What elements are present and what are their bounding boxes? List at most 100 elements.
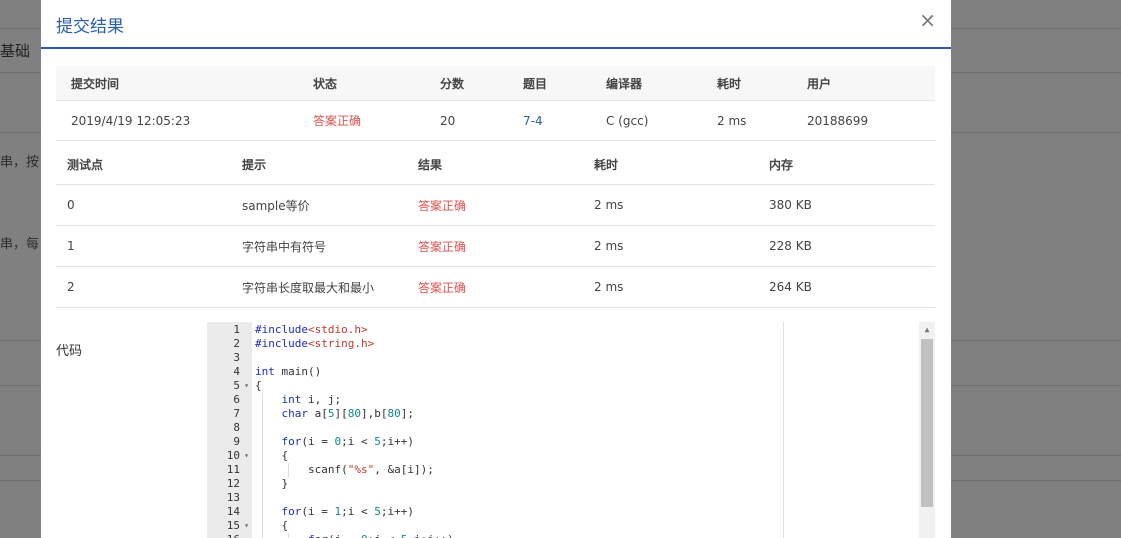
line-number: 4 — [207, 365, 252, 379]
line-number-text: 3 — [233, 351, 240, 364]
print-margin — [783, 322, 784, 538]
code-line: #include<stdio.h> — [255, 323, 368, 336]
summary-table: 提交时间 状态 分数 题目 编译器 耗时 用户 2019/4/19 12:05:… — [56, 66, 935, 141]
tests-header-row: 测试点 提示 结果 耗时 内存 — [56, 144, 935, 185]
line-number-text: 1 — [233, 323, 240, 336]
vertical-scrollbar[interactable]: ▲ — [919, 322, 935, 538]
code-line: for(j = 0;j < 5-i;j++) — [255, 533, 454, 538]
header-time: 耗时 — [594, 157, 619, 172]
line-number-text: 16 — [227, 533, 240, 538]
line-number-text: 5 — [233, 379, 240, 392]
test-memory: 264 KB — [769, 280, 812, 294]
line-number-text: 9 — [233, 435, 240, 448]
line-number-text: 8 — [233, 421, 240, 434]
code-line: for(i = 0;i < 5;i++) — [281, 435, 415, 448]
header-problem: 题目 — [523, 76, 548, 91]
line-number: 7 — [207, 407, 252, 421]
compiler: C (gcc) — [606, 113, 649, 128]
line-number: 16 — [207, 533, 252, 538]
line-number: 1 — [207, 323, 252, 337]
code-line: { — [255, 379, 262, 392]
header-hint: 提示 — [242, 157, 267, 172]
code-line: { — [255, 449, 289, 462]
header-test-point: 测试点 — [67, 157, 104, 172]
code-label: 代码 — [56, 344, 83, 359]
test-time: 2 ms — [594, 239, 624, 253]
bg-page-title: 基础 — [0, 42, 31, 60]
line-number-text: 10 — [226, 449, 240, 462]
test-id: 0 — [67, 198, 75, 212]
line-number-text: 2 — [233, 337, 240, 350]
line-number: 11 — [207, 463, 252, 477]
table-row: 0 sample等价 答案正确 2 ms 380 KB — [56, 185, 935, 226]
test-memory: 380 KB — [769, 198, 812, 212]
test-hint: 字符串长度取最大和最小 — [242, 280, 375, 295]
line-number-text: 11 — [226, 463, 240, 476]
test-hint: sample等价 — [242, 198, 310, 213]
status-accepted: 答案正确 — [313, 114, 362, 128]
modal-header: 提交结果 × — [41, 0, 951, 49]
header-status: 状态 — [313, 76, 338, 91]
score: 20 — [440, 113, 456, 128]
line-number: 15 ▾ — [207, 519, 252, 533]
line-number-text: 6 — [233, 393, 240, 406]
code-line: scanf("%s", &a[i]); — [255, 463, 434, 476]
bg-snippet: 串，每 — [0, 237, 40, 252]
header-memory: 内存 — [769, 157, 794, 172]
test-hint: 字符串中有符号 — [242, 239, 327, 254]
modal-title: 提交结果 — [56, 17, 124, 37]
line-number-text: 14 — [226, 505, 240, 518]
test-id: 1 — [67, 239, 75, 253]
user-id: 20188699 — [807, 113, 869, 128]
line-number-gutter: 12345▾678910▾1112131415▾16 — [207, 322, 252, 538]
header-user: 用户 — [807, 76, 832, 91]
table-row: 2 字符串长度取最大和最小 答案正确 2 ms 264 KB — [56, 267, 935, 308]
summary-data-row: 2019/4/19 12:05:23 答案正确 20 7-4 C (gcc) 2… — [56, 101, 935, 141]
header-score: 分数 — [440, 76, 465, 91]
line-number-text: 4 — [233, 365, 240, 378]
header-elapsed: 耗时 — [717, 76, 742, 91]
code-line: int main() — [255, 365, 322, 378]
code-line: } — [255, 477, 289, 490]
fold-toggle-icon[interactable]: ▾ — [244, 379, 249, 393]
fold-toggle-icon[interactable]: ▾ — [244, 449, 249, 463]
line-number: 3 — [207, 351, 252, 365]
test-result: 答案正确 — [418, 280, 467, 295]
code-line: for(i = 1;i < 5;i++) — [281, 505, 415, 518]
scroll-thumb[interactable] — [921, 339, 933, 507]
indent-guide — [261, 393, 263, 538]
line-number: 9 — [207, 435, 252, 449]
indent-guide — [288, 533, 289, 538]
submit-time: 2019/4/19 12:05:23 — [71, 113, 191, 128]
code-line: int i, j; — [281, 393, 342, 406]
line-number: 8 — [207, 421, 252, 435]
line-number: 12 — [207, 477, 252, 491]
code-editor[interactable]: 12345▾678910▾1112131415▾16 #include<stdi… — [207, 322, 935, 538]
summary-header-row: 提交时间 状态 分数 题目 编译器 耗时 用户 — [56, 66, 935, 101]
test-points-table: 测试点 提示 结果 耗时 内存 0 sample等价 答案正确 2 ms 380… — [56, 144, 935, 308]
header-result: 结果 — [418, 157, 443, 172]
test-memory: 228 KB — [769, 239, 812, 253]
line-number: 14 — [207, 505, 252, 519]
table-row: 1 字符串中有符号 答案正确 2 ms 228 KB — [56, 226, 935, 267]
line-number-text: 13 — [226, 491, 240, 504]
bg-snippet: 串，按 — [0, 155, 40, 170]
line-number-text: 15 — [226, 519, 240, 532]
elapsed-time: 2 ms — [717, 113, 747, 128]
code-line: #include<string.h> — [255, 337, 375, 350]
close-button[interactable]: × — [919, 10, 936, 30]
code-line: char a[5][80],b[80]; — [281, 407, 415, 420]
scroll-up-icon[interactable]: ▲ — [919, 322, 935, 338]
header-compiler: 编译器 — [606, 76, 643, 91]
line-number: 6 — [207, 393, 252, 407]
test-result: 答案正确 — [418, 198, 467, 213]
line-number: 10 ▾ — [207, 449, 252, 463]
line-number-text: 12 — [226, 477, 240, 490]
code-line: { — [255, 519, 289, 532]
test-time: 2 ms — [594, 198, 624, 212]
problem-link[interactable]: 7-4 — [523, 101, 543, 140]
fold-toggle-icon[interactable]: ▾ — [244, 519, 249, 533]
line-number: 5 ▾ — [207, 379, 252, 393]
test-time: 2 ms — [594, 280, 624, 294]
test-id: 2 — [67, 280, 75, 294]
